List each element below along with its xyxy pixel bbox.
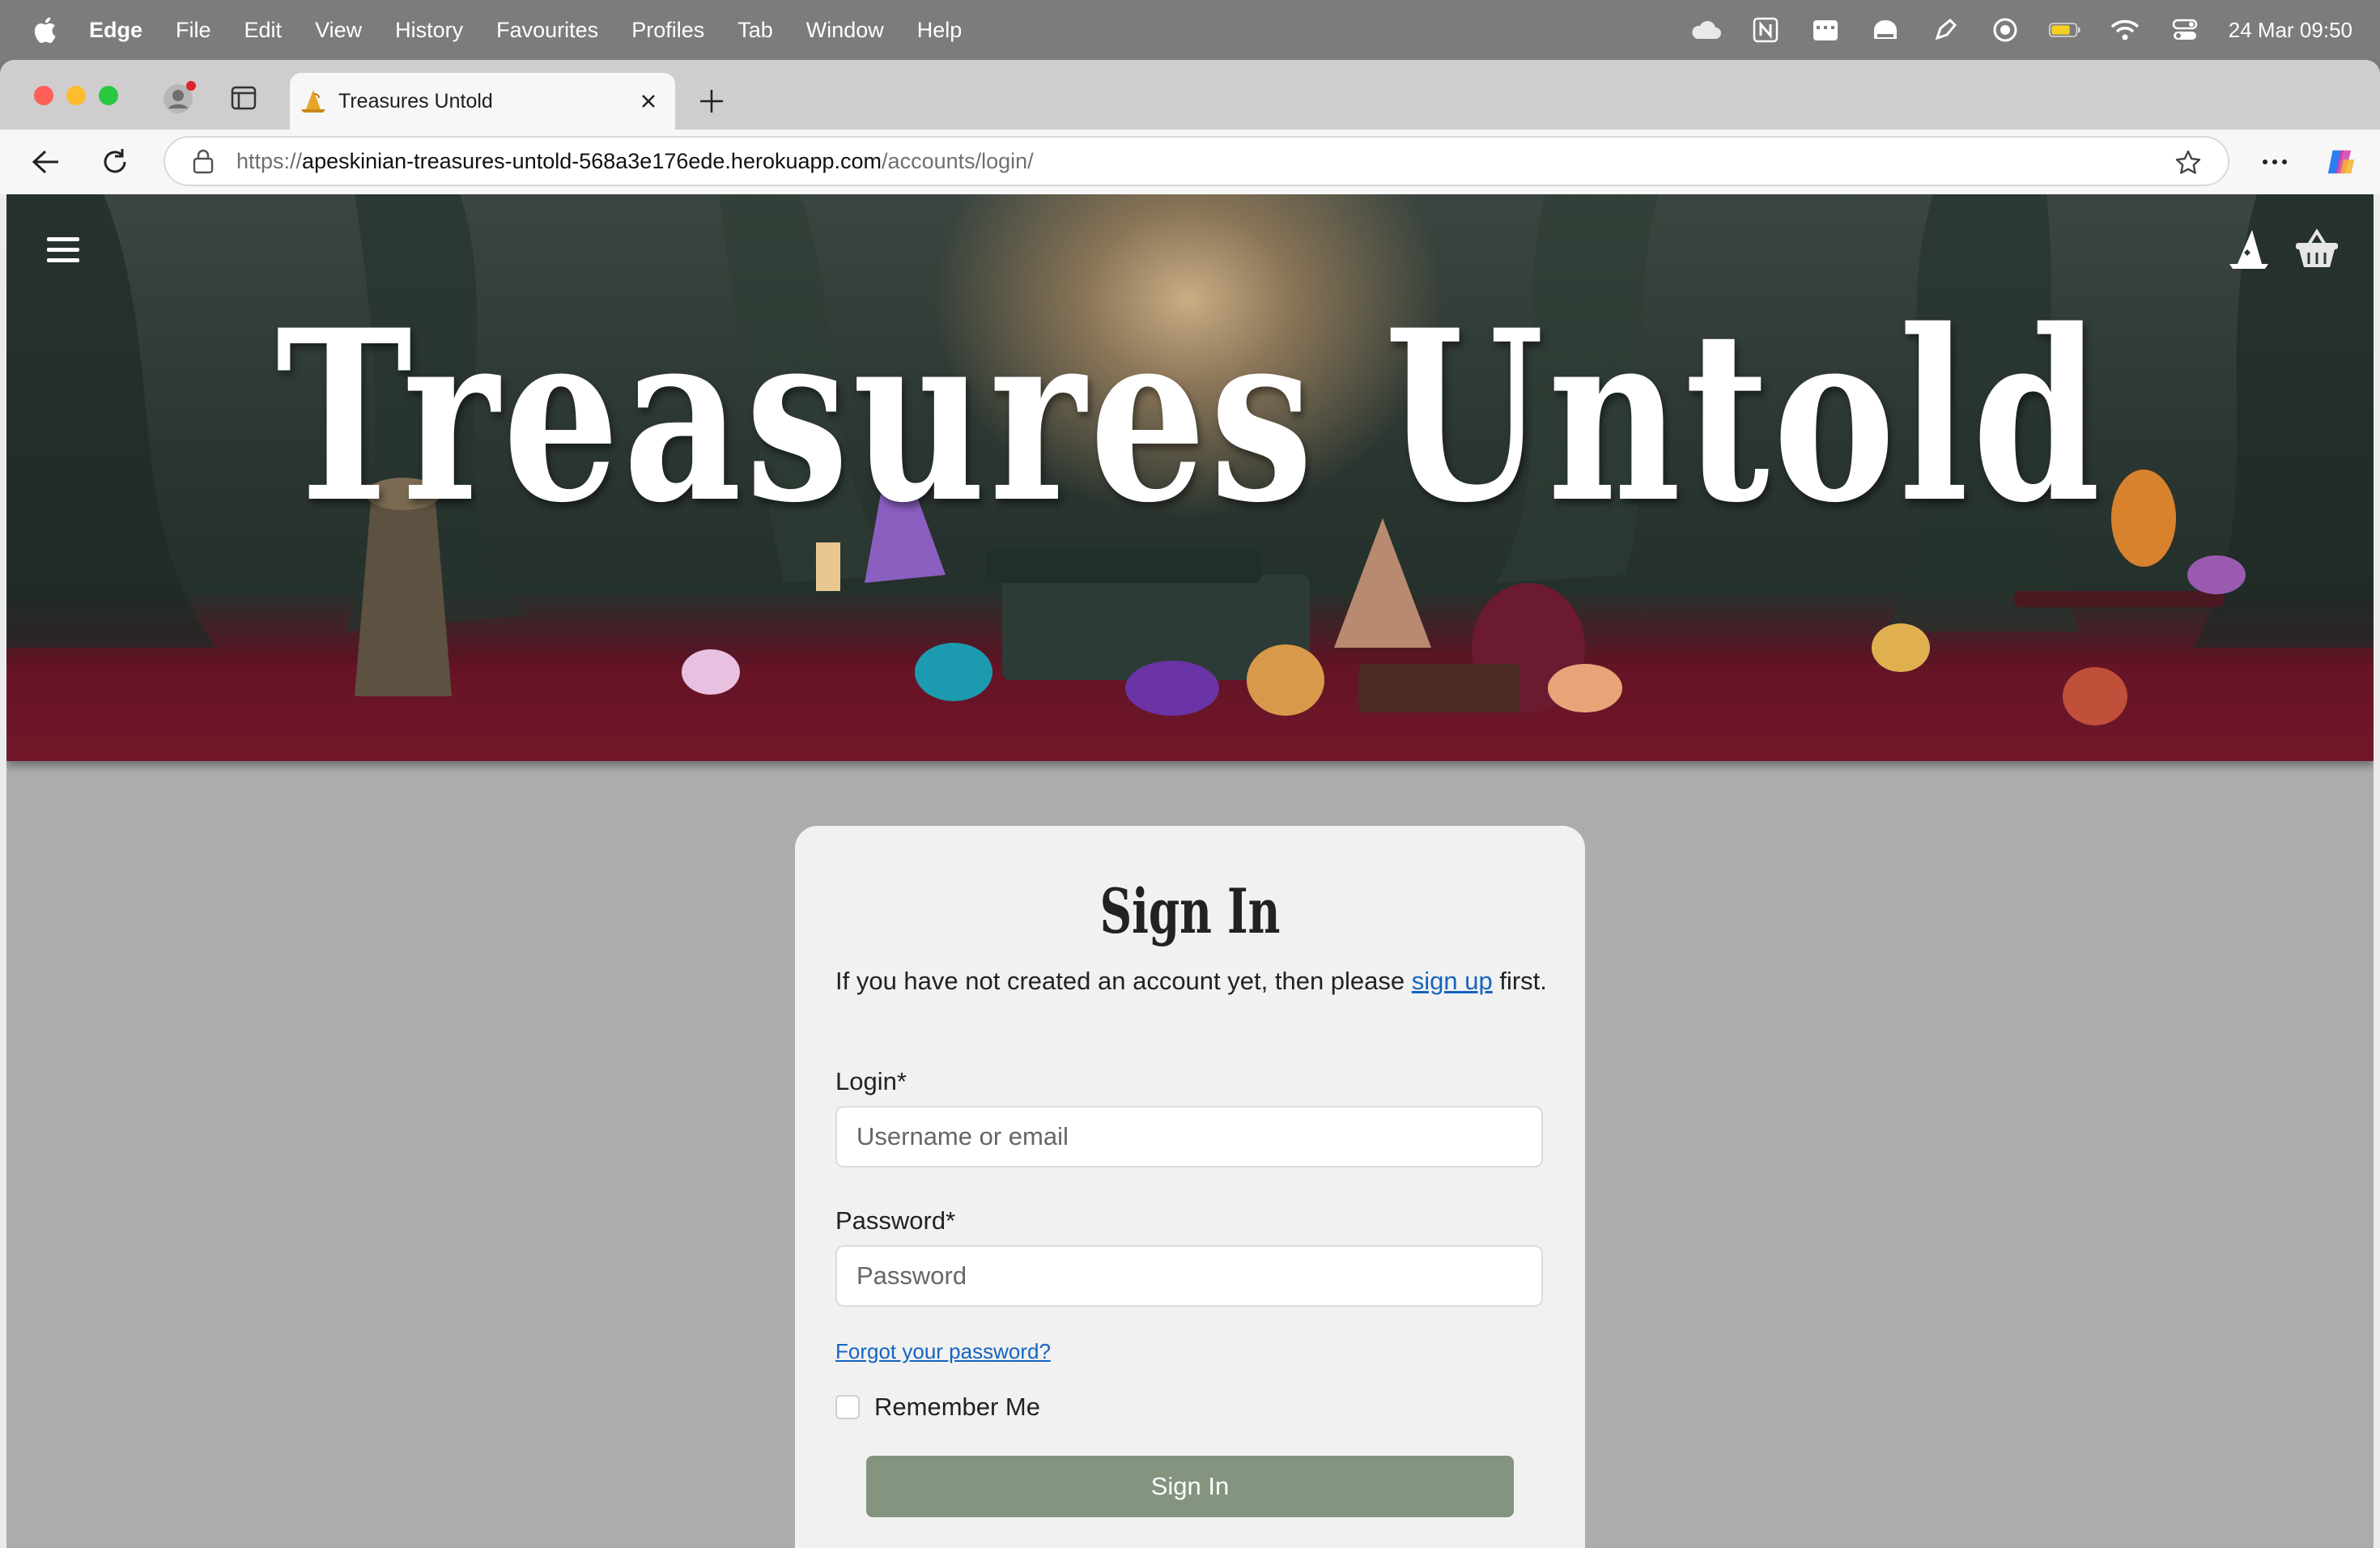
web-page: Treasures Untold Sign In If you have not [6, 194, 2374, 1548]
zoom-window-button[interactable] [99, 86, 118, 105]
menu-edit[interactable]: Edit [244, 18, 283, 43]
notion-icon[interactable] [1749, 16, 1782, 44]
menu-app-name[interactable]: Edge [89, 18, 142, 43]
url-path: /accounts/login/ [882, 148, 1034, 173]
hero-banner: Treasures Untold [6, 194, 2374, 761]
forgot-password-link[interactable]: Forgot your password? [835, 1339, 1051, 1364]
password-input[interactable] [835, 1245, 1543, 1307]
reload-icon [104, 149, 126, 173]
copilot-icon [2327, 150, 2355, 174]
sign-in-card: Sign In If you have not created an accou… [795, 826, 1585, 1548]
hamburger-menu-icon[interactable] [45, 235, 81, 266]
browser-window: Treasures Untold https://apeskinian-trea… [0, 60, 2380, 1548]
close-tab-icon[interactable] [636, 89, 661, 113]
favourite-star-icon[interactable] [2174, 149, 2202, 176]
menu-tab[interactable]: Tab [737, 18, 773, 43]
tab-title: Treasures Untold [338, 89, 493, 113]
app-icon[interactable] [1869, 16, 1902, 44]
pen-icon[interactable] [1929, 16, 1961, 44]
password-label: Password* [835, 1206, 956, 1235]
wizard-hat-account-icon[interactable] [2228, 228, 2270, 270]
cloud-icon[interactable] [1689, 16, 1722, 44]
shopping-basket-icon[interactable] [2294, 228, 2340, 270]
calendar-icon[interactable] [1809, 16, 1842, 44]
intro-text-end: first. [1492, 967, 1547, 995]
remember-me-checkbox[interactable] [835, 1395, 860, 1419]
menu-history[interactable]: History [395, 18, 463, 43]
control-center-icon[interactable] [2169, 16, 2201, 44]
battery-icon [2048, 16, 2081, 44]
lock-icon[interactable] [191, 148, 215, 174]
new-tab-icon[interactable] [698, 87, 725, 115]
sign-in-heading: Sign In [1099, 875, 1281, 947]
back-button[interactable] [29, 146, 62, 178]
address-bar[interactable]: https://apeskinian-treasures-untold-568a… [164, 136, 2229, 186]
menu-view[interactable]: View [315, 18, 362, 43]
back-arrow-icon [32, 150, 58, 174]
more-dots-icon [2263, 159, 2287, 164]
reload-button[interactable] [99, 146, 131, 178]
url-host: apeskinian-treasures-untold-568a3e176ede… [302, 148, 882, 173]
browser-toolbar: https://apeskinian-treasures-untold-568a… [0, 130, 2380, 194]
profile-icon[interactable] [162, 79, 198, 115]
apple-logo-icon[interactable] [32, 16, 57, 44]
menu-window[interactable]: Window [806, 18, 884, 43]
minimize-window-button[interactable] [66, 86, 86, 105]
close-window-button[interactable] [34, 86, 53, 105]
login-input[interactable] [835, 1106, 1543, 1167]
menu-help[interactable]: Help [917, 18, 963, 43]
remember-me-row[interactable]: Remember Me [835, 1393, 1040, 1422]
remember-me-label[interactable]: Remember Me [874, 1393, 1040, 1422]
wifi-icon[interactable] [2109, 16, 2141, 44]
settings-more-button[interactable] [2259, 146, 2291, 178]
copilot-button[interactable] [2325, 146, 2357, 178]
site-title[interactable]: Treasures Untold [267, 300, 2114, 534]
login-label: Login* [835, 1067, 907, 1095]
url-text[interactable]: https://apeskinian-treasures-untold-568a… [236, 149, 1034, 174]
sign-in-intro: If you have not created an account yet, … [835, 962, 1548, 1001]
menu-profiles[interactable]: Profiles [631, 18, 704, 43]
url-scheme: https:// [236, 148, 303, 173]
menu-favourites[interactable]: Favourites [496, 18, 598, 43]
menu-bar-clock[interactable]: 24 Mar 09:50 [2229, 18, 2352, 43]
menu-file[interactable]: File [176, 18, 211, 43]
tab-strip: Treasures Untold [0, 60, 2380, 130]
macos-menu-bar: Edge File Edit View History Favourites P… [0, 0, 2380, 60]
sign-up-link[interactable]: sign up [1412, 967, 1493, 995]
focus-icon[interactable] [1989, 16, 2021, 44]
sign-in-button[interactable]: Sign In [866, 1456, 1514, 1517]
intro-text: If you have not created an account yet, … [835, 967, 1412, 995]
tab-active[interactable]: Treasures Untold [290, 73, 675, 130]
tab-actions-icon[interactable] [230, 84, 257, 112]
wizard-hat-favicon-icon [301, 90, 325, 113]
